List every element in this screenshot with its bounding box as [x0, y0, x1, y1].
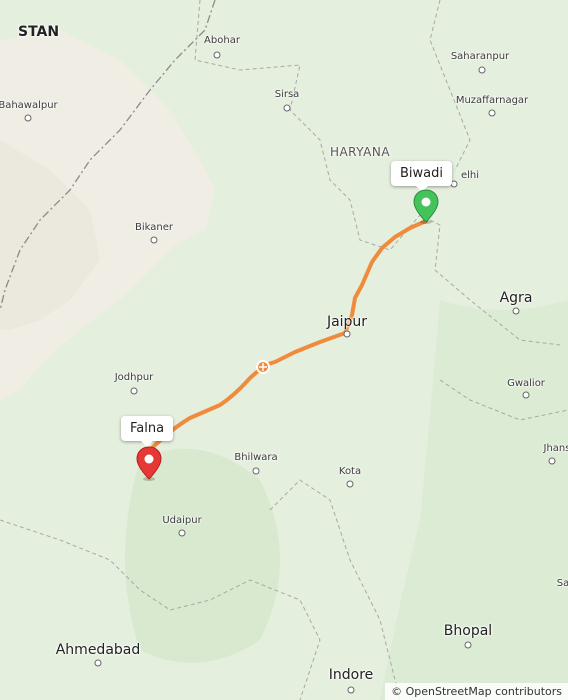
city-dot: [213, 51, 221, 59]
city-dot: [130, 387, 138, 395]
place-label: Bikaner: [135, 222, 173, 233]
city-dot: [478, 66, 486, 74]
place-label: Indore: [328, 667, 374, 683]
map-pin-icon: [413, 189, 439, 224]
place-label: Jodhpur: [114, 372, 154, 383]
city-dot: [548, 457, 556, 465]
city-dot: [346, 480, 354, 488]
destination-pin[interactable]: [413, 189, 439, 229]
map-pin-icon: [136, 446, 162, 481]
city-dot: [178, 529, 186, 537]
origin-callout[interactable]: Falna: [121, 416, 174, 447]
place-label: STAN: [18, 24, 60, 40]
city-dot: [488, 109, 496, 117]
place-label: Gwalior: [507, 378, 545, 389]
place-label: Sirsa: [274, 89, 300, 100]
origin-label: Falna: [130, 421, 165, 436]
map-view[interactable]: STAN Abohar Saharanpur Bahawalpur Sirsa …: [0, 0, 568, 700]
place-label: Bahawalpur: [0, 100, 58, 111]
place-label: Jhans: [543, 443, 568, 454]
map-attribution[interactable]: © OpenStreetMap contributors: [385, 683, 568, 700]
place-label: Udaipur: [162, 515, 202, 526]
destination-callout[interactable]: Biwadi: [391, 161, 452, 192]
city-dot: [512, 307, 520, 315]
place-label: Bhilwara: [234, 452, 278, 463]
city-dot: [150, 236, 158, 244]
city-dot: [252, 467, 260, 475]
route-waypoint-icon: [256, 360, 270, 374]
place-label: Muzaffarnagar: [455, 95, 529, 106]
city-dot: [343, 330, 351, 338]
destination-label: Biwadi: [400, 166, 443, 181]
place-label: Jaipur: [326, 314, 368, 330]
place-label: Saharanpur: [450, 51, 510, 62]
region-label: HARYANA: [329, 145, 391, 159]
place-label: Kota: [338, 466, 362, 477]
city-dot: [464, 641, 472, 649]
place-label: Agra: [499, 290, 533, 306]
place-label: Sa: [556, 578, 568, 589]
city-dot: [24, 114, 32, 122]
place-label: elhi: [460, 170, 480, 181]
origin-pin[interactable]: [136, 446, 162, 486]
place-label: Abohar: [204, 35, 240, 46]
city-dot: [94, 659, 102, 667]
place-label: Bhopal: [443, 623, 493, 639]
city-dot: [347, 686, 355, 694]
place-label: Ahmedabad: [55, 642, 141, 658]
city-dot: [283, 104, 291, 112]
city-dot: [522, 391, 530, 399]
